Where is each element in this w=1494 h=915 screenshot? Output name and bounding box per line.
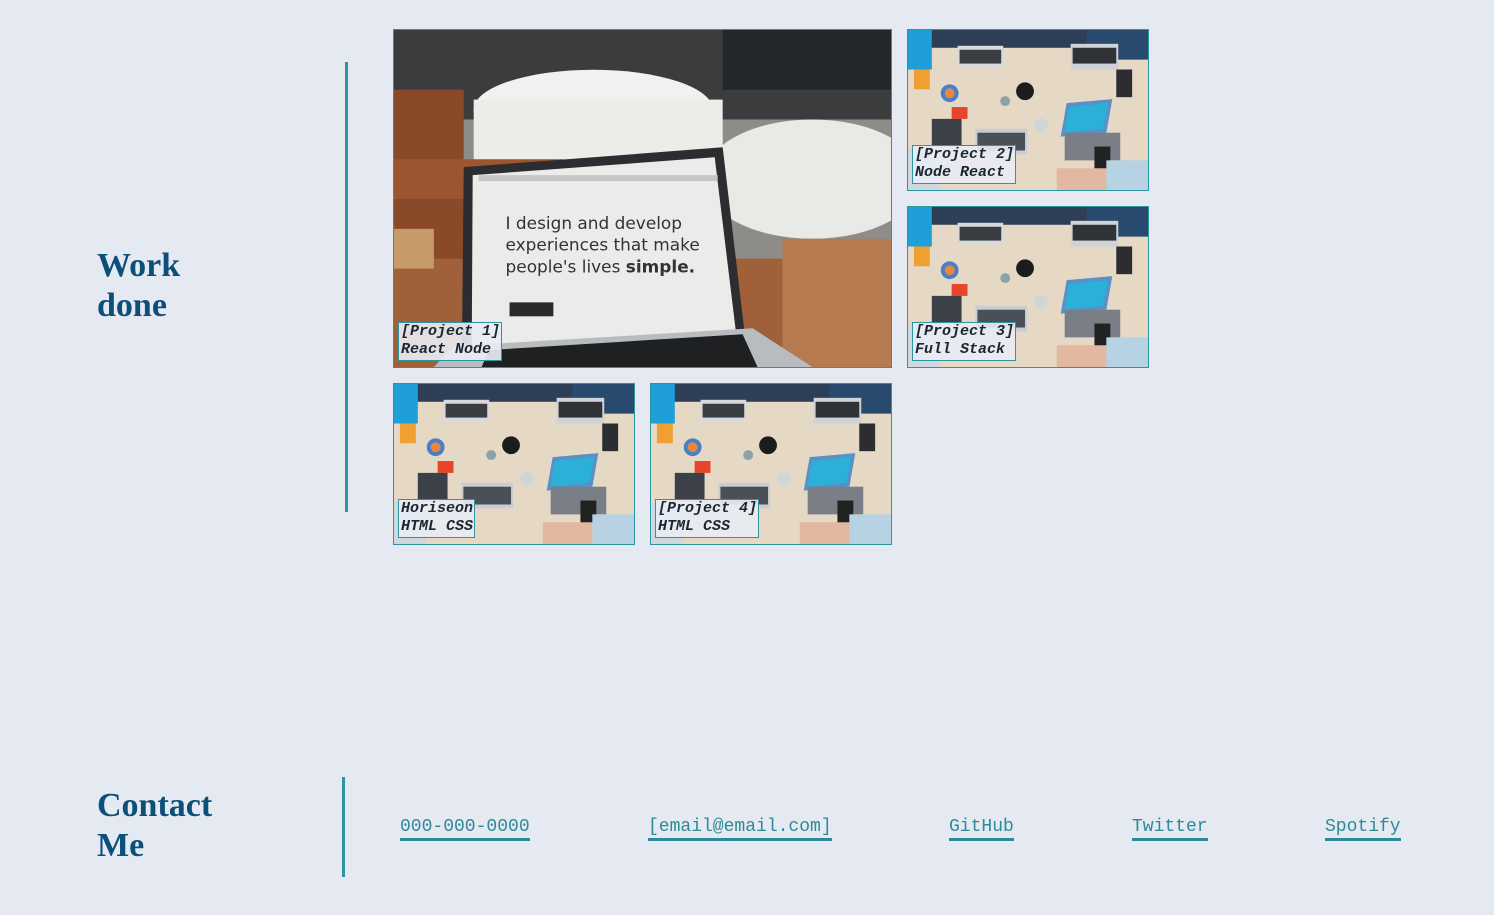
project-title: [Project 3] [915, 323, 1015, 340]
project-tech: HTML CSS [658, 518, 731, 535]
work-done-heading: Work done [97, 246, 180, 326]
project-caption: [Project 3] Full Stack [912, 322, 1017, 361]
laptop-screen-bold: simple. [626, 257, 695, 277]
project-card-1[interactable]: I design and develop experiences that ma… [393, 29, 892, 368]
project-card-horiseon[interactable]: Horiseon HTML CSS [393, 383, 635, 545]
project-tech: React Node [401, 341, 492, 358]
contact-heading-line1: Contact [97, 787, 213, 824]
project-caption: [Project 4] HTML CSS [655, 499, 760, 538]
email-link[interactable]: [email@email.com] [648, 816, 832, 841]
spotify-link[interactable]: Spotify [1325, 816, 1401, 841]
laptop-screen-text-2: experiences that make [506, 235, 700, 255]
project-title: Horiseon [401, 500, 474, 517]
contact-heading-line2: Me [97, 827, 145, 864]
laptop-screen-text-3: people's lives [506, 257, 626, 277]
svg-text:people's lives simple.: people's lives simple. [506, 257, 696, 277]
project-tech: Full Stack [915, 341, 1006, 358]
project-card-4[interactable]: [Project 4] HTML CSS [650, 383, 892, 545]
contact-heading: Contact Me [97, 786, 212, 866]
contact-divider [342, 777, 345, 877]
project-caption: [Project 1] React Node [398, 322, 503, 361]
project-tech: Node React [915, 164, 1006, 181]
project-card-2[interactable]: [Project 2] Node React [907, 29, 1149, 191]
twitter-link[interactable]: Twitter [1132, 816, 1208, 841]
phone-link[interactable]: 000-000-0000 [400, 816, 530, 841]
project-tech: HTML CSS [401, 518, 474, 535]
project-card-3[interactable]: [Project 3] Full Stack [907, 206, 1149, 368]
project-title: [Project 2] [915, 146, 1015, 163]
laptop-screen-text-1: I design and develop [506, 213, 682, 233]
project-caption: [Project 2] Node React [912, 145, 1017, 184]
work-divider [345, 62, 348, 512]
work-heading-line1: Work [97, 247, 181, 284]
project-title: [Project 4] [658, 500, 758, 517]
project-caption: Horiseon HTML CSS [398, 499, 476, 538]
laptop-cafe-photo: I design and develop experiences that ma… [394, 30, 891, 367]
github-link[interactable]: GitHub [949, 816, 1014, 841]
work-heading-line2: done [97, 287, 167, 324]
project-title: [Project 1] [401, 323, 501, 340]
